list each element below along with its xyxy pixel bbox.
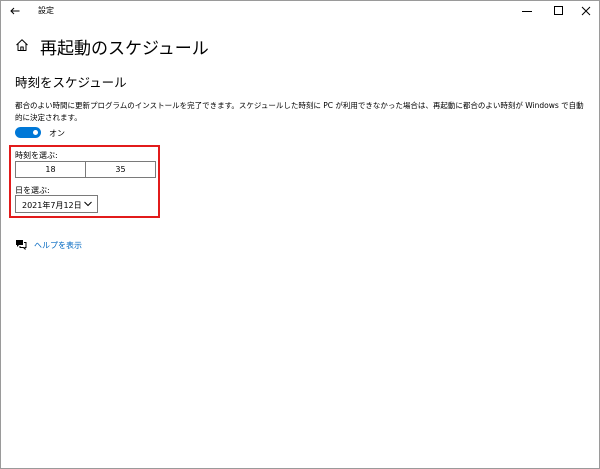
minute-field[interactable]: 35 (85, 162, 155, 177)
date-value: 2021年7月12日 (22, 201, 82, 210)
home-icon[interactable] (15, 38, 29, 52)
schedule-description: 都合のよい時間に更新プログラムのインストールを完了できます。スケジュールした時刻… (15, 101, 584, 122)
page-title: 再起動のスケジュール (40, 39, 209, 59)
maximize-button[interactable] (545, 1, 573, 21)
title-bar: 設定 (1, 1, 599, 21)
help-chat-icon (16, 240, 27, 250)
time-label: 時刻を選ぶ: (15, 151, 58, 160)
window-title: 設定 (38, 6, 54, 15)
close-icon (581, 6, 591, 16)
hour-field[interactable]: 18 (16, 162, 85, 177)
maximize-icon (554, 6, 563, 15)
help-link[interactable]: ヘルプを表示 (34, 240, 82, 251)
schedule-toggle[interactable] (15, 127, 41, 138)
toggle-knob (33, 130, 38, 135)
toggle-label: オン (49, 129, 65, 138)
chevron-down-icon (84, 201, 92, 207)
settings-window: 設定 再起動のスケジュール 時刻をスケジュール 都合のよい時間に更新プログラムの… (0, 0, 600, 469)
back-arrow-icon (10, 7, 20, 15)
minimize-icon (522, 11, 532, 12)
minimize-button[interactable] (513, 1, 541, 21)
date-dropdown[interactable]: 2021年7月12日 (15, 195, 98, 213)
section-title: 時刻をスケジュール (15, 75, 127, 90)
back-button[interactable] (7, 3, 23, 19)
close-button[interactable] (572, 1, 600, 21)
time-picker[interactable]: 18 35 (15, 161, 156, 178)
